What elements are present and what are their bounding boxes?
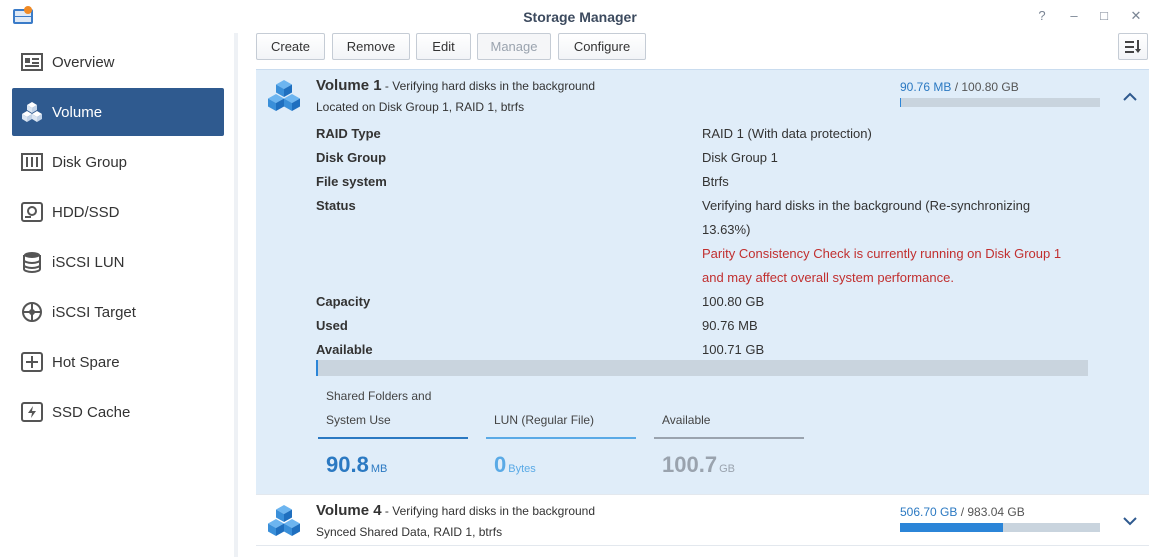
capacity-value: 100.80 GB (702, 294, 765, 309)
volume-location: Synced Shared Data, RAID 1, btrfs (316, 525, 503, 539)
volume-usage-fill (900, 523, 1003, 532)
sidebar-item-hdd-ssd[interactable]: HDD/SSD (12, 188, 224, 236)
legend-lun-line (486, 437, 636, 439)
status-value-line1: Verifying hard disks in the background (… (702, 198, 1031, 213)
disk-group-label: Disk Group (316, 150, 387, 165)
edit-button[interactable]: Edit (416, 33, 471, 60)
sidebar-item-disk-group[interactable]: Disk Group (12, 138, 224, 186)
volume-usage-bar (900, 98, 1100, 107)
available-value: 100.71 GB (702, 342, 765, 357)
used-value: 90.76 MB (702, 318, 758, 333)
window-title: Storage Manager (523, 9, 637, 25)
file-system-value: Btrfs (702, 174, 729, 189)
legend-shared-number: 90.8 (326, 452, 369, 477)
legend-available-label: Available (662, 413, 711, 427)
volume-1-panel[interactable]: Volume 1 - Verifying hard disks in the b… (256, 69, 1149, 494)
iscsi-target-icon (20, 300, 44, 324)
parity-warning-line2: and may affect overall system performanc… (702, 270, 954, 285)
sidebar-item-label: HDD/SSD (52, 203, 120, 221)
sidebar-item-label: Hot Spare (52, 353, 120, 371)
legend-lun-value: 0 Bytes (494, 452, 536, 478)
maximize-button[interactable]: □ (1094, 6, 1114, 26)
legend-shared-value: 90.8 MB (326, 452, 387, 478)
file-system-label: File system (316, 174, 387, 189)
raid-type-label: RAID Type (316, 126, 381, 141)
status-value-line2: 13.63%) (702, 222, 751, 237)
available-label: Available (316, 342, 373, 357)
sidebar-item-label: Volume (52, 103, 103, 121)
configure-button[interactable]: Configure (558, 33, 646, 60)
sidebar-item-iscsi-target[interactable]: iSCSI Target (12, 288, 224, 336)
volume-usage-bar (900, 523, 1100, 532)
legend-lun-label: LUN (Regular File) (494, 413, 595, 427)
volume-4-row[interactable]: Volume 4 - Verifying hard disks in the b… (256, 494, 1149, 546)
capacity-bar (316, 360, 1088, 376)
iscsi-lun-icon (20, 250, 44, 274)
ssd-cache-icon (20, 400, 44, 424)
capacity-bar-used-fill (316, 360, 318, 376)
volume-icon (266, 503, 302, 539)
disk-group-value: Disk Group 1 (702, 150, 778, 165)
volume-status-desc: - Verifying hard disks in the background (381, 79, 596, 93)
remove-button[interactable]: Remove (332, 33, 410, 60)
close-button[interactable]: ✕ (1126, 6, 1146, 26)
legend-available-number: 100.7 (662, 452, 718, 477)
sidebar: Overview Volume Disk Group HDD/SSD iSCSI… (0, 33, 238, 557)
volume-icon (20, 100, 44, 124)
volume-total: / 983.04 GB (957, 505, 1025, 519)
volume-usage-text: 506.70 GB / 983.04 GB (900, 505, 1025, 519)
parity-warning-line1: Parity Consistency Check is currently ru… (702, 246, 1062, 261)
sort-icon (1125, 39, 1141, 53)
raid-type-value: RAID 1 (With data protection) (702, 126, 872, 141)
volume-name: Volume 1 (316, 77, 382, 94)
overview-icon (20, 50, 44, 74)
volume-used: 506.70 GB (900, 505, 958, 519)
volume-icon (266, 78, 302, 114)
legend-shared-line (318, 437, 468, 439)
minimize-button[interactable]: – (1064, 6, 1084, 26)
create-button[interactable]: Create (256, 33, 325, 60)
sidebar-item-hot-spare[interactable]: Hot Spare (12, 338, 224, 386)
volume-used: 90.76 MB (900, 80, 952, 94)
sidebar-item-label: iSCSI LUN (52, 253, 125, 271)
status-label: Status (316, 198, 356, 213)
legend-available-unit: GB (719, 463, 735, 475)
manage-button[interactable]: Manage (477, 33, 551, 60)
volume-title: Volume 1 - Verifying hard disks in the b… (316, 77, 595, 94)
title-bar: Storage Manager ? – □ ✕ (0, 0, 1160, 33)
sidebar-item-label: Disk Group (52, 153, 128, 171)
sidebar-item-volume[interactable]: Volume (12, 88, 224, 136)
sidebar-item-ssd-cache[interactable]: SSD Cache (12, 388, 224, 436)
volume-usage-text: 90.76 MB / 100.80 GB (900, 80, 1019, 94)
sidebar-item-label: iSCSI Target (52, 303, 136, 321)
volume-title: Volume 4 - Verifying hard disks in the b… (316, 502, 595, 519)
sidebar-item-label: Overview (52, 53, 115, 71)
sort-button[interactable] (1118, 33, 1148, 60)
legend-available-value: 100.7 GB (662, 452, 735, 478)
volume-name: Volume 4 (316, 502, 382, 519)
disk-group-icon (20, 150, 44, 174)
legend-shared-label-1: Shared Folders and (326, 389, 432, 403)
volume-status-desc: - Verifying hard disks in the background (381, 504, 596, 518)
collapse-chevron-up-icon[interactable] (1123, 90, 1137, 104)
hot-spare-icon (20, 350, 44, 374)
legend-shared-label-2: System Use (326, 413, 391, 427)
help-button[interactable]: ? (1032, 6, 1052, 26)
capacity-label: Capacity (316, 294, 371, 309)
legend-available-line (654, 437, 804, 439)
hdd-icon (20, 200, 44, 224)
legend-lun-unit: Bytes (508, 463, 536, 475)
legend-lun-number: 0 (494, 452, 507, 477)
sidebar-item-iscsi-lun[interactable]: iSCSI LUN (12, 238, 224, 286)
sidebar-item-overview[interactable]: Overview (12, 38, 224, 86)
expand-chevron-down-icon[interactable] (1123, 514, 1137, 528)
volume-total: / 100.80 GB (951, 80, 1019, 94)
volume-location: Located on Disk Group 1, RAID 1, btrfs (316, 100, 525, 114)
used-label: Used (316, 318, 348, 333)
legend-shared-unit: MB (370, 463, 388, 475)
sidebar-item-label: SSD Cache (52, 403, 131, 421)
